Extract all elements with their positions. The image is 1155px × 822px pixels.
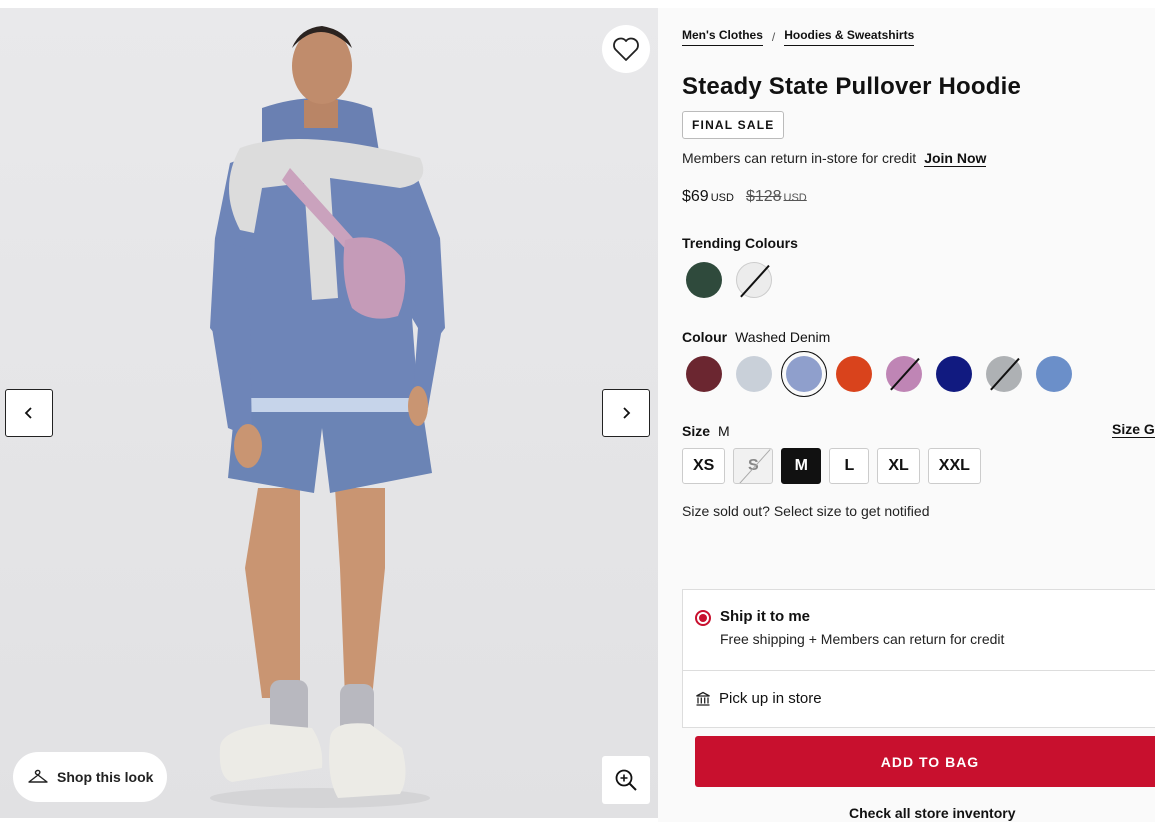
trending-swatch-white[interactable] <box>736 262 772 298</box>
final-sale-badge: FINAL SALE <box>682 111 785 139</box>
size-sold-out-note: Size sold out? Select size to get notifi… <box>682 503 930 519</box>
size-option-xs[interactable]: XS <box>682 448 726 484</box>
join-now-link[interactable]: Join Now <box>924 150 987 167</box>
members-return-note: Members can return in-store for credit J… <box>682 150 987 167</box>
colour-swatches <box>686 351 1072 397</box>
product-photo <box>0 8 658 818</box>
size-heading: Size M <box>682 423 730 439</box>
colour-heading: Colour Washed Denim <box>682 329 830 345</box>
current-price: $69 USD <box>682 188 734 206</box>
check-store-inventory-link[interactable]: Check all store inventory <box>849 805 1016 821</box>
hanger-icon <box>28 769 48 783</box>
size-guide-link[interactable]: Size G <box>1112 421 1155 438</box>
current-price-currency: USD <box>710 192 734 204</box>
colour-swatch-grey[interactable] <box>986 356 1022 392</box>
ship-radio[interactable] <box>695 610 711 626</box>
colour-swatch-pink[interactable] <box>886 356 922 392</box>
size-options: XS S M L XL XXL <box>682 448 981 484</box>
shop-this-look-button[interactable]: Shop this look <box>13 752 167 802</box>
original-price-currency: USD <box>783 192 807 204</box>
selected-size-value: M <box>718 423 730 439</box>
colour-label: Colour <box>682 329 728 345</box>
colour-swatch-washed-denim[interactable] <box>781 351 827 397</box>
size-option-xxl[interactable]: XXL <box>927 448 981 484</box>
pick-up-in-store-option[interactable]: Pick up in store <box>695 690 822 707</box>
pick-up-label: Pick up in store <box>719 690 822 707</box>
fulfilment-options: Ship it to me Free shipping + Members ca… <box>682 589 1155 728</box>
trending-colours-label: Trending Colours <box>682 235 798 251</box>
original-price-value: $128 <box>745 188 782 205</box>
colour-swatch-burgundy[interactable] <box>686 356 722 392</box>
trending-swatches <box>686 262 772 298</box>
members-return-text: Members can return in-store for credit <box>682 150 917 166</box>
chevron-left-icon <box>24 407 32 419</box>
ship-title: Ship it to me <box>720 608 810 625</box>
size-option-s[interactable]: S <box>733 448 774 484</box>
gallery-next-button[interactable] <box>602 389 650 437</box>
breadcrumb: Men's Clothes / Hoodies & Sweatshirts <box>682 28 915 46</box>
colour-swatch-light-grey-blue[interactable] <box>736 356 772 392</box>
colour-swatch-navy[interactable] <box>936 356 972 392</box>
size-option-m[interactable]: M <box>781 448 822 484</box>
zoom-button[interactable] <box>602 756 650 804</box>
product-page: Shop this look Men's Clothes / Hoodies &… <box>0 0 1155 822</box>
ship-subtitle: Free shipping + Members can return for c… <box>720 631 1005 647</box>
breadcrumb-mens-clothes[interactable]: Men's Clothes <box>682 28 763 46</box>
breadcrumb-hoodies-sweatshirts[interactable]: Hoodies & Sweatshirts <box>784 28 915 46</box>
gallery-prev-button[interactable] <box>5 389 53 437</box>
product-details-panel: Men's Clothes / Hoodies & Sweatshirts St… <box>658 8 1155 822</box>
product-gallery: Shop this look <box>0 8 658 818</box>
size-label: Size <box>682 423 711 439</box>
breadcrumb-separator: / <box>771 30 776 44</box>
store-icon <box>696 691 710 706</box>
ship-it-to-me-option[interactable]: Ship it to me Free shipping + Members ca… <box>695 608 1004 647</box>
size-option-xl[interactable]: XL <box>877 448 920 484</box>
selected-colour-value: Washed Denim <box>735 329 831 345</box>
price: $69 USD $128 USD <box>682 188 807 206</box>
zoom-in-icon <box>615 769 637 791</box>
colour-swatch-denim-blue[interactable] <box>1036 356 1072 392</box>
trending-colours-heading: Trending Colours <box>682 235 798 251</box>
favorite-button[interactable] <box>602 25 650 73</box>
fulfilment-divider <box>683 670 1155 671</box>
heart-outline-icon <box>613 37 639 61</box>
product-title: Steady State Pullover Hoodie <box>682 73 1022 100</box>
original-price: $128 USD <box>746 188 807 206</box>
current-price-value: $69 <box>682 188 709 205</box>
trending-swatch-dark-green[interactable] <box>686 262 722 298</box>
size-option-l[interactable]: L <box>829 448 870 484</box>
add-to-bag-button[interactable]: ADD TO BAG <box>695 736 1155 787</box>
shop-this-look-label: Shop this look <box>57 769 154 785</box>
colour-swatch-orange[interactable] <box>836 356 872 392</box>
chevron-right-icon <box>623 407 631 419</box>
